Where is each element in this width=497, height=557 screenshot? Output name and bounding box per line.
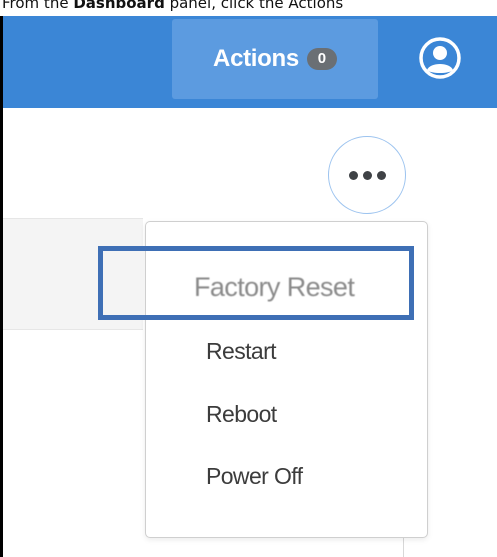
screenshot-frame: Actions 0 Factory Reset Restart Reboot P… xyxy=(0,16,497,557)
ellipsis-icon xyxy=(348,170,358,180)
top-header-bar: Actions 0 xyxy=(3,16,497,108)
actions-button[interactable]: Actions 0 xyxy=(172,19,378,99)
ellipsis-icon xyxy=(376,170,386,180)
ellipsis-icon xyxy=(362,170,372,180)
instruction-caption: From the Dashboard panel, click the Acti… xyxy=(0,0,497,16)
caption-text-bold: Dashboard xyxy=(73,0,165,12)
menu-item-power-off[interactable]: Power Off xyxy=(146,451,427,501)
more-options-button[interactable] xyxy=(328,136,406,214)
menu-item-restart[interactable]: Restart xyxy=(146,326,427,376)
highlight-shade xyxy=(103,251,145,315)
actions-count-badge: 0 xyxy=(306,48,337,70)
caption-text-suffix: panel, click the Actions xyxy=(164,0,344,12)
actions-label: Actions xyxy=(213,45,299,72)
background-divider xyxy=(403,538,404,557)
actions-dropdown-menu: Factory Reset Restart Reboot Power Off xyxy=(145,221,428,538)
user-circle-icon[interactable] xyxy=(418,36,462,80)
menu-item-factory-reset[interactable]: Factory Reset xyxy=(146,262,427,312)
menu-item-reboot[interactable]: Reboot xyxy=(146,389,427,439)
caption-text-prefix: From the xyxy=(2,0,74,12)
